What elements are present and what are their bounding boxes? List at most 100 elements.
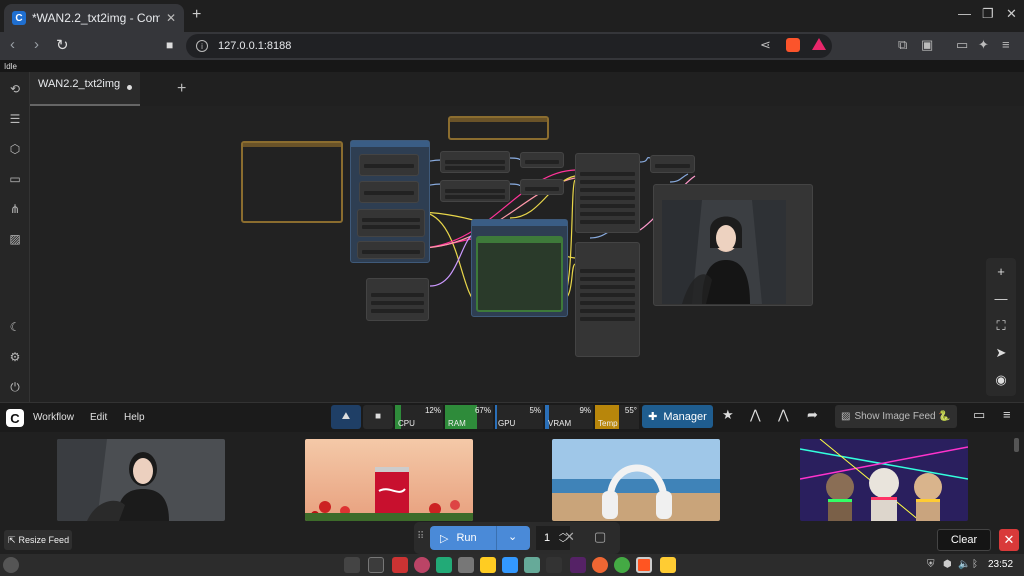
forward-icon[interactable]: › [34,36,39,53]
show-image-feed-button[interactable]: ▨ Show Image Feed 🐍 [835,405,957,428]
node-shift-low[interactable] [520,179,564,195]
extensions-icon[interactable]: ⧉ [898,37,907,53]
file-manager-icon[interactable] [660,557,676,573]
address-bar[interactable]: i 127.0.0.1:8188 [186,34,832,58]
back-icon[interactable]: ‹ [10,36,15,53]
game-icon[interactable] [546,557,562,573]
calculator-icon[interactable] [458,557,474,573]
bookmark-icon[interactable]: ■ [166,38,173,52]
url-text[interactable]: 127.0.0.1:8188 [218,40,291,52]
model-library-icon[interactable]: ⬡ [8,142,22,156]
node-text-encode[interactable] [357,209,425,237]
leo-ai-icon[interactable]: ✦ [978,37,989,53]
node-canvas[interactable]: + — ⛶ ➤ ◉ [30,106,1024,402]
tab-workflow[interactable]: WAN2.2_txt2img [30,72,140,106]
zoom-in-icon[interactable]: + [986,264,1016,279]
select-mode-icon[interactable]: ➤ [986,345,1016,361]
logout-icon[interactable]: ⏻ [8,380,22,394]
interrupt-icon[interactable]: ✕ [564,529,575,545]
network-tray-icon[interactable]: ⬢ [943,559,952,570]
share-workflow-icon[interactable]: ➦ [807,407,818,423]
group-sampler[interactable] [471,219,568,317]
site-info-icon[interactable]: i [196,40,208,52]
node-lora-1[interactable] [359,154,419,176]
feed-scrollbar[interactable] [1014,438,1019,452]
crystools-icon[interactable]: ⛰ [331,405,361,429]
node-shift-high[interactable] [520,152,564,168]
brave-taskbar-icon[interactable] [636,557,652,573]
start-menu-icon[interactable] [3,557,19,573]
node-ksampler-low[interactable] [575,242,640,357]
stop-icon[interactable]: ▢ [594,529,606,545]
wallet-icon[interactable]: ▭ [956,37,968,53]
toggle-bottom-panel-icon[interactable]: ▭ [973,407,985,423]
bookmark-workflow-icon[interactable]: ■ [363,405,393,429]
workflows-folder-icon[interactable]: ▭ [8,172,22,186]
chrome-icon[interactable] [614,557,630,573]
menu-workflow[interactable]: Workflow [33,412,74,423]
brave-rewards-icon[interactable] [812,38,826,50]
bluetooth-tray-icon[interactable]: ᛒ [972,559,978,570]
close-window-icon[interactable]: ✕ [1006,6,1017,22]
resize-feed-button[interactable]: ⇱ Resize Feed [4,530,72,550]
minimize-icon[interactable]: — [958,6,971,21]
settings-icon[interactable]: ⚙ [8,350,22,364]
browser-menu-icon[interactable]: ≡ [1002,37,1010,52]
node-lora-2[interactable] [359,181,419,203]
add-workflow-icon[interactable]: + [177,80,186,98]
node-negative-prompt[interactable] [366,278,429,321]
group-top[interactable] [448,116,549,140]
shield-tray-icon[interactable]: ⛨ [927,559,935,570]
terminal-icon[interactable] [344,557,360,573]
theme-toggle-icon[interactable]: ☾ [8,320,22,334]
node-map-icon[interactable]: ⋔ [8,202,22,216]
group-note[interactable] [241,141,343,223]
document-icon[interactable] [502,557,518,573]
node-ksampler-high[interactable] [575,153,640,233]
model-share-icon[interactable]: ⋀ [778,407,789,423]
new-tab-icon[interactable]: + [192,6,201,24]
firefox-icon[interactable] [592,557,608,573]
app-icon[interactable] [570,557,586,573]
run-button[interactable]: ▷ Run ⌄ [430,526,530,550]
window-switcher-icon[interactable] [368,557,384,573]
drag-handle-icon[interactable]: ⠿ [417,531,424,542]
feed-thumbnail-headphones[interactable] [552,439,720,521]
close-tab-icon[interactable]: ✕ [166,11,176,25]
node-library-icon[interactable]: ☰ [8,112,22,126]
fit-view-icon[interactable]: ⛶ [986,318,1016,334]
batch-count-value[interactable]: 1 [544,532,550,544]
media-player-icon[interactable] [392,557,408,573]
reload-icon[interactable]: ↻ [56,36,69,54]
files-icon[interactable] [524,557,540,573]
menu-help[interactable]: Help [124,412,145,423]
clear-feed-button[interactable]: Clear [937,529,991,551]
manager-button[interactable]: ✚ Manager [642,405,713,428]
zoom-out-icon[interactable]: — [986,291,1016,306]
podcast-icon[interactable] [414,557,430,573]
menu-edit[interactable]: Edit [90,412,107,423]
feed-thumbnail-portrait[interactable] [57,439,225,521]
toggle-links-icon[interactable]: ◉ [986,372,1016,388]
chevron-down-icon[interactable]: ⌄ [508,530,517,543]
group-lora[interactable] [350,140,430,263]
comfyui-logo-icon[interactable]: C [6,409,24,427]
node-preview-latent[interactable] [476,236,563,312]
node-empty-latent[interactable] [357,241,425,259]
queue-history-icon[interactable]: ⟲ [8,82,22,96]
model-download-icon[interactable]: ⋀ [750,407,761,423]
node-vae-decode[interactable] [650,155,695,173]
volume-tray-icon[interactable]: 🔈 [958,559,970,570]
node-unet-loader-low[interactable] [440,180,510,202]
node-unet-loader-high[interactable] [440,151,510,173]
share-icon[interactable]: ⋖ [760,37,771,53]
feed-thumbnail-cats[interactable] [800,439,968,521]
screenshot-icon[interactable]: ▣ [921,37,933,53]
notes-icon[interactable] [480,557,496,573]
image-gallery-icon[interactable]: ▨ [8,232,22,246]
close-feed-button[interactable]: ✕ [999,529,1019,551]
browser-tab[interactable]: C *WAN2.2_txt2img - ComfyUI ✕ [4,4,184,32]
store-icon[interactable] [436,557,452,573]
feed-thumbnail-coca-cola[interactable] [305,439,473,521]
restore-icon[interactable]: ❐ [982,6,994,22]
